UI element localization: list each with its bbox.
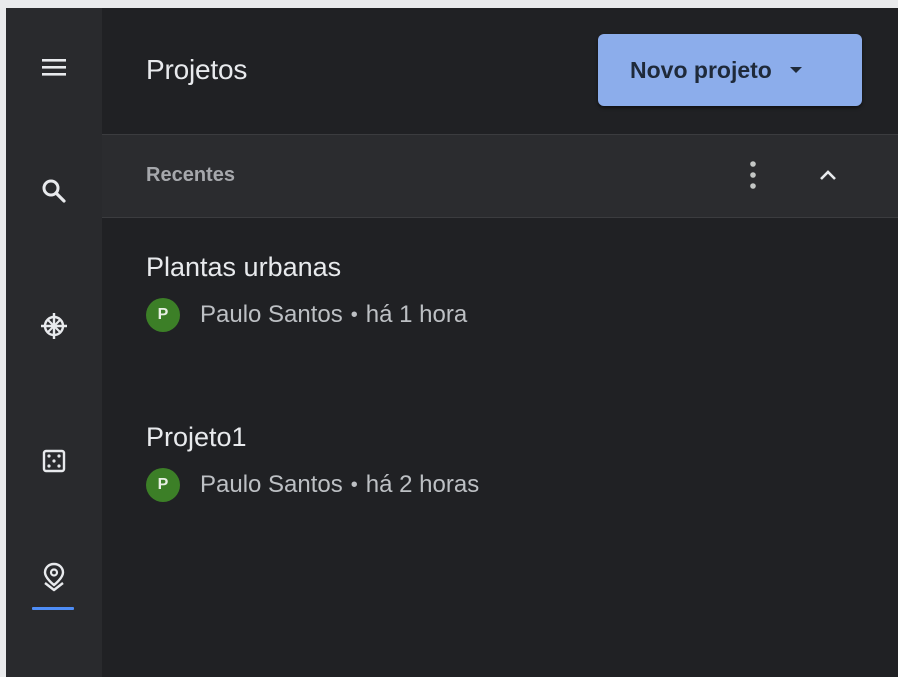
collapse-button[interactable] [810,153,846,197]
more-vert-icon [750,161,756,189]
recent-section-header: Recentes [102,134,898,218]
new-project-label: Novo projeto [630,56,772,83]
project-time: há 2 horas [365,471,480,498]
search-icon [42,179,66,203]
project-owner: Paulo Santos [200,471,343,498]
caret-down-icon [789,67,802,73]
search-button[interactable] [6,156,102,226]
avatar: P [146,468,180,502]
panel-header: Projetos Novo projeto [102,8,898,134]
menu-icon [42,59,66,76]
project-name: Plantas urbanas [146,252,342,282]
chevron-up-icon [820,170,836,180]
meta-separator: • [350,303,358,326]
globe-grid-icon [41,313,67,339]
page-title: Projetos [146,54,248,85]
new-project-button[interactable]: Novo projeto [598,34,862,106]
more-options-button[interactable] [738,153,768,197]
project-name: Projeto1 [146,422,247,452]
app-window: Projetos Novo projeto Recentes Plantas u… [6,8,898,677]
meta-separator: • [350,473,358,496]
project-meta: P Paulo Santos • há 1 hora [146,298,467,332]
project-meta: P Paulo Santos • há 2 horas [146,468,479,502]
section-title: Recentes [146,164,235,186]
project-time: há 1 hora [365,301,468,328]
avatar: P [146,298,180,332]
projects-button[interactable] [6,542,102,612]
dice-icon [42,449,66,473]
project-item[interactable]: Projeto1 P Paulo Santos • há 2 horas [102,422,898,542]
explore-button[interactable] [6,291,102,361]
project-owner: Paulo Santos [200,301,343,328]
project-item[interactable]: Plantas urbanas P Paulo Santos • há 1 ho… [102,252,898,372]
location-pin-icon [43,562,65,592]
active-tab-indicator [32,607,74,610]
side-rail [6,8,102,677]
projects-panel: Projetos Novo projeto Recentes Plantas u… [102,8,898,677]
menu-button[interactable] [6,32,102,102]
random-button[interactable] [6,426,102,496]
